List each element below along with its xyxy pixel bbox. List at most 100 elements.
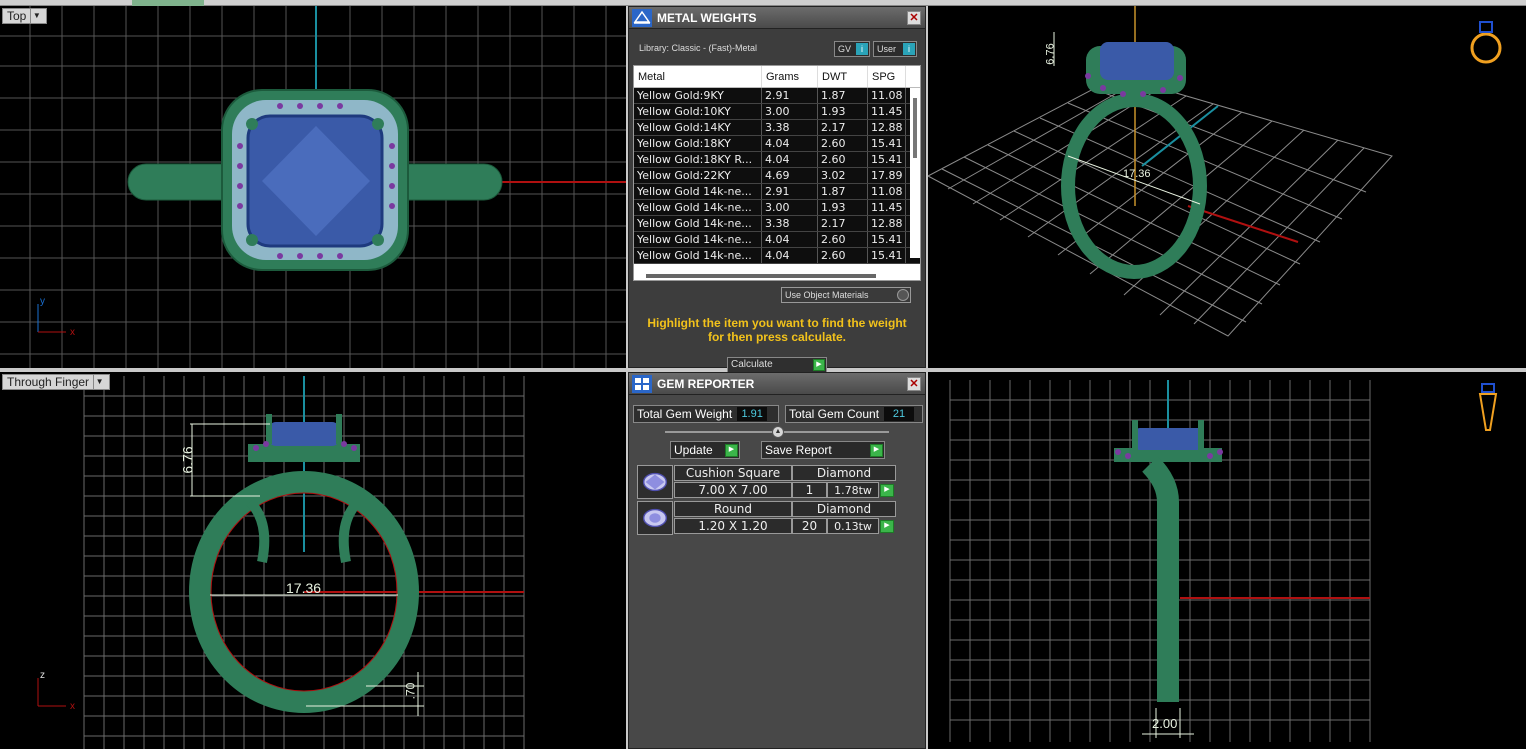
save-report-button[interactable]: Save Report ▶ [761,441,885,459]
cell-dwt: 2.60 [818,136,868,151]
top-view-canvas: y x [0,6,626,368]
gem-size: 7.00 X 7.00 [674,482,792,498]
finger-view-canvas: z x [37,376,525,749]
metal-table[interactable]: Metal Grams DWT SPG Yellow Gold:9KY 2.91 1… [633,65,921,281]
close-icon[interactable]: ✕ [907,11,921,25]
library-label: Library: Classic - (Fast)-Metal [639,43,758,53]
report-icon [632,375,652,393]
radio-icon [897,289,909,301]
cell-grams: 4.04 [762,136,818,151]
cell-grams: 4.04 [762,248,818,263]
gem-shape: Round [674,501,792,517]
table-row[interactable]: Yellow Gold 14k-ne... 4.04 2.60 15.41 [634,232,920,248]
gem-type: Diamond [792,501,896,517]
viewport-finger-label[interactable]: Through Finger ▼ [2,374,111,390]
table-row[interactable]: Yellow Gold:9KY 2.91 1.87 11.08 [634,88,920,104]
close-icon[interactable]: ✕ [907,377,921,391]
cell-spg: 17.89 [868,168,906,183]
round-gem-icon [637,501,673,535]
cell-dwt: 2.60 [818,152,868,167]
cell-metal: Yellow Gold 14k-ne... [634,232,762,247]
table-row[interactable]: Yellow Gold:18KY R... 4.04 2.60 15.41 [634,152,920,168]
viewport-top-label[interactable]: Top ▼ [2,8,48,24]
gv-label: GV [838,44,852,54]
column-metal[interactable]: Metal [634,66,762,87]
table-row[interactable]: Yellow Gold 14k-ne... 3.38 2.17 12.88 [634,216,920,232]
table-row[interactable]: Yellow Gold 14k-ne... 3.00 1.93 11.45 [634,200,920,216]
gem-shape: Cushion Square [674,465,792,481]
play-arrow-icon: ▶ [870,444,883,457]
table-vertical-scrollbar[interactable] [910,88,920,258]
table-row[interactable]: Yellow Gold:14KY 3.38 2.17 12.88 [634,120,920,136]
table-row[interactable]: Yellow Gold:10KY 3.00 1.93 11.45 [634,104,920,120]
play-arrow-icon[interactable]: ▶ [880,484,894,497]
column-spg[interactable]: SPG [868,66,906,87]
table-row[interactable]: Yellow Gold:18KY 4.04 2.60 15.41 [634,136,920,152]
viewport-finger-title: Through Finger [7,375,90,389]
table-horizontal-scrollbar[interactable] [646,274,876,278]
metal-weights-titlebar[interactable]: METAL WEIGHTS ✕ [629,7,925,29]
gv-toggle[interactable]: GV i [834,41,870,57]
total-gem-weight-value: 1.91 [737,407,768,421]
perspective-view-canvas [928,6,1393,337]
cell-dwt: 1.93 [818,104,868,119]
viewport-through-finger[interactable]: z x 6.76 17.36 .70 Through Finger ▼ [0,372,626,749]
use-object-materials-label: Use Object Materials [785,290,869,300]
table-row[interactable]: Yellow Gold:22KY 4.69 3.02 17.89 [634,168,920,184]
calculate-hint: Highlight the item you want to find the … [647,316,907,344]
ring-perspective-icon[interactable] [1466,16,1506,66]
cell-spg: 15.41 [868,152,906,167]
cell-spg: 11.45 [868,104,906,119]
viewport-side[interactable]: 2.00 [928,372,1526,749]
metal-weights-title: METAL WEIGHTS [657,11,757,25]
cell-metal: Yellow Gold 14k-ne... [634,216,762,231]
cell-metal: Yellow Gold:18KY [634,136,762,151]
column-grams[interactable]: Grams [762,66,818,87]
finger-dim-height: 6.76 [179,446,196,474]
calculate-button[interactable]: Calculate ▶ [727,357,827,373]
cell-dwt: 3.02 [818,168,868,183]
chevron-up-icon[interactable]: ▲ [772,426,784,438]
persp-dim-height: 6.76 [1044,43,1057,65]
user-toggle[interactable]: User i [873,41,917,57]
cell-grams: 2.91 [762,184,818,199]
viewport-perspective[interactable]: 6.76 17.36 [928,6,1526,368]
gem-size: 1.20 X 1.20 [674,518,792,534]
cell-dwt: 2.60 [818,232,868,247]
chevron-down-icon[interactable]: ▼ [93,375,105,389]
cell-metal: Yellow Gold 14k-ne... [634,200,762,215]
play-arrow-icon[interactable]: ▶ [880,520,894,533]
scrollbar-thumb[interactable] [913,98,917,158]
side-view-canvas [949,380,1371,742]
cell-dwt: 2.60 [818,248,868,263]
viewport-top[interactable]: y x Top ▼ [0,6,626,368]
update-button[interactable]: Update ▶ [670,441,740,459]
cell-spg: 12.88 [868,216,906,231]
cell-dwt: 2.17 [818,216,868,231]
table-row[interactable]: Yellow Gold 14k-ne... 4.04 2.60 15.41 [634,248,920,264]
list-item[interactable]: Cushion Square Diamond 7.00 X 7.00 1 1.7… [637,465,897,499]
cell-dwt: 1.87 [818,88,868,103]
column-dwt[interactable]: DWT [818,66,868,87]
cell-dwt: 1.87 [818,184,868,199]
chevron-down-icon[interactable]: ▼ [30,9,42,23]
persp-dim-inner: 17.36 [1123,168,1151,180]
ring-side-icon[interactable] [1476,382,1500,434]
cell-metal: Yellow Gold 14k-ne... [634,248,762,263]
table-row[interactable]: Yellow Gold 14k-ne... 2.91 1.87 11.08 [634,184,920,200]
cell-metal: Yellow Gold:14KY [634,120,762,135]
user-label: User [877,44,897,54]
metal-table-header: Metal Grams DWT SPG [634,66,920,88]
use-object-materials-toggle[interactable]: Use Object Materials [781,287,911,303]
list-item[interactable]: Round Diamond 1.20 X 1.20 20 0.13tw ▶ [637,501,897,535]
svg-text:x: x [70,327,75,338]
cell-metal: Yellow Gold:9KY [634,88,762,103]
gem-totals: Total Gem Weight 1.91 Total Gem Count 21 [633,405,923,423]
gem-reporter-titlebar[interactable]: GEM REPORTER ✕ [629,373,925,395]
viewport-divider-right[interactable] [926,6,928,749]
info-icon: i [903,43,915,55]
cell-grams: 4.69 [762,168,818,183]
gem-count: 20 [792,518,827,534]
cell-metal: Yellow Gold:22KY [634,168,762,183]
finger-dim-band: .70 [403,682,418,700]
